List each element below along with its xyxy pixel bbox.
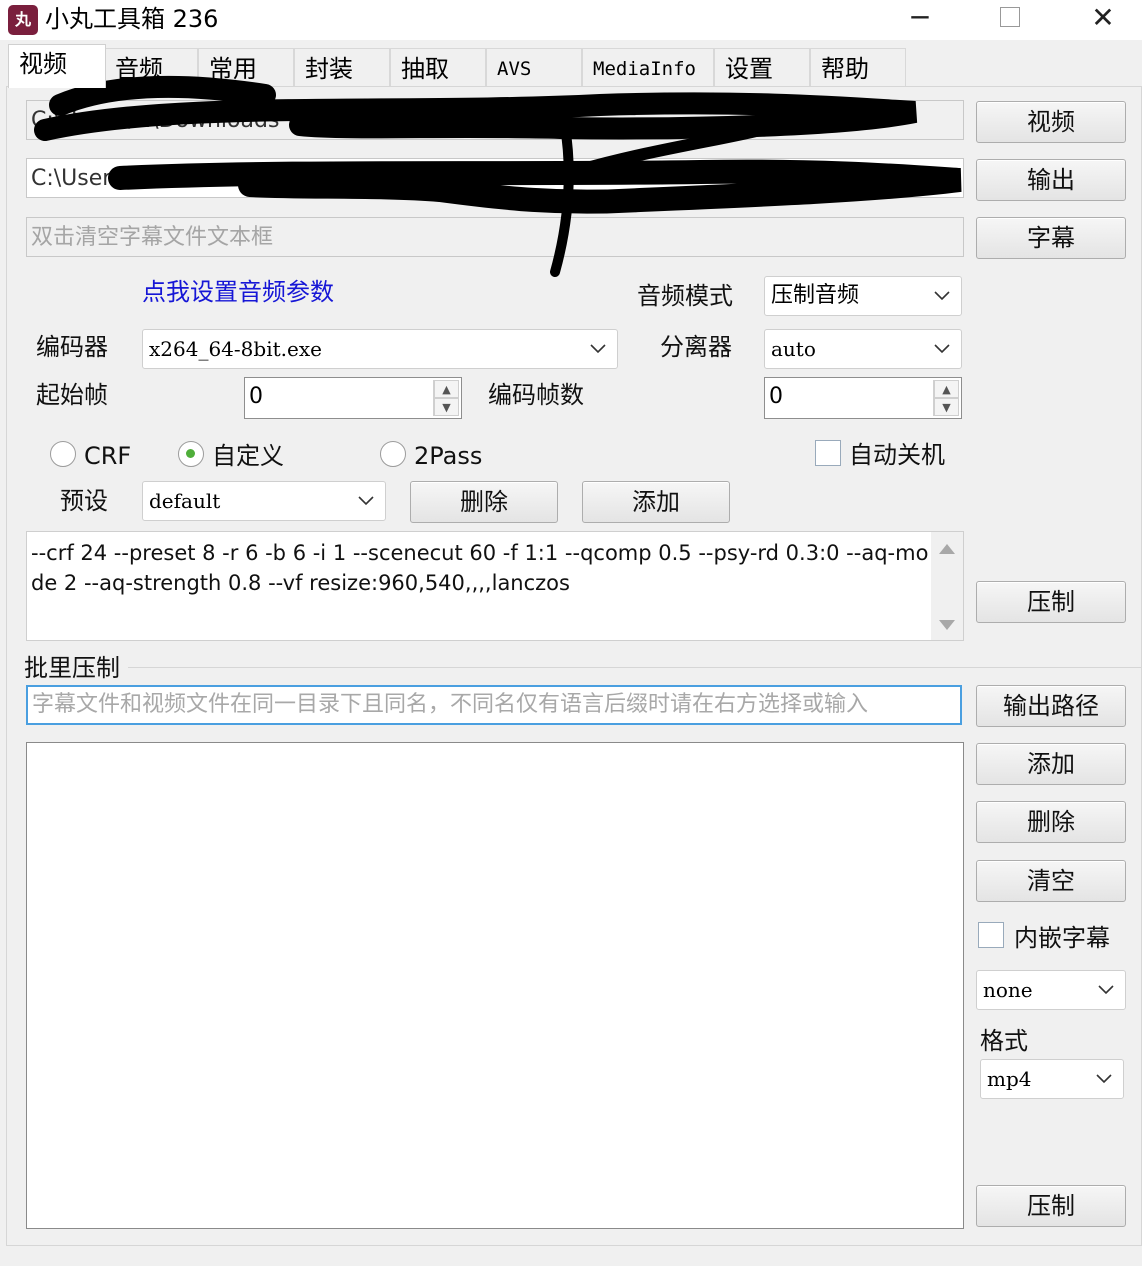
encoder-select[interactable]: x264_64-8bit.exe	[142, 329, 618, 369]
tab-video[interactable]: 视频	[8, 44, 106, 88]
chevron-down-icon	[1097, 971, 1115, 1009]
chevron-down-icon	[589, 330, 607, 368]
format-value: mp4	[987, 1067, 1032, 1091]
output-path-field[interactable]: C:\Users	[26, 158, 964, 198]
encoder-params-textarea[interactable]: --crf 24 --preset 8 -r 6 -b 6 -i 1 --sce…	[26, 531, 964, 641]
batch-file-list[interactable]	[26, 742, 964, 1229]
splitter-value: auto	[771, 337, 816, 361]
encoder-label: 编码器	[36, 333, 108, 361]
subtitle-lang-select[interactable]: none	[976, 970, 1126, 1010]
delete-preset-button[interactable]: 删除	[410, 481, 558, 523]
tab-audio[interactable]: 音频	[104, 48, 198, 86]
radio-2pass-label: 2Pass	[414, 442, 483, 470]
tab-bar: 视频 音频 常用 封装 抽取 AVS MediaInfo 设置 帮助	[8, 44, 908, 88]
radio-crf[interactable]	[50, 441, 76, 467]
batch-group-label: 批里压制	[24, 654, 120, 682]
encode-frames-value: 0	[769, 384, 783, 409]
spin-up-icon[interactable]: ▲	[434, 380, 459, 398]
chevron-down-icon	[933, 277, 951, 315]
batch-add-button[interactable]: 添加	[976, 743, 1126, 785]
format-select[interactable]: mp4	[980, 1059, 1124, 1099]
auto-shutdown-label: 自动关机	[849, 441, 945, 469]
select-video-button[interactable]: 视频	[976, 101, 1126, 143]
scroll-down-icon[interactable]	[939, 620, 955, 630]
encode-frames-spinner[interactable]: 0 ▲ ▼	[764, 377, 962, 419]
format-label: 格式	[980, 1027, 1028, 1055]
splitter-select[interactable]: auto	[764, 329, 962, 369]
spinner-arrows[interactable]: ▲ ▼	[433, 380, 459, 416]
encoder-value: x264_64-8bit.exe	[149, 337, 322, 361]
embed-subtitle-label: 内嵌字幕	[1014, 924, 1110, 952]
tab-mux[interactable]: 封装	[294, 48, 390, 86]
scroll-up-icon[interactable]	[939, 544, 955, 554]
tab-extract[interactable]: 抽取	[390, 48, 486, 86]
chevron-down-icon	[357, 482, 375, 520]
subtitle-file-field[interactable]: 双击清空字幕文件文本框	[26, 217, 964, 257]
batch-encode-button[interactable]: 压制	[976, 1185, 1126, 1227]
preset-value: default	[149, 489, 221, 513]
embed-subtitle-checkbox[interactable]	[978, 922, 1004, 948]
title-bar: 丸 小丸工具箱 236 ─ ✕	[0, 0, 1142, 40]
maximize-button[interactable]	[980, 0, 1040, 36]
spin-up-icon[interactable]: ▲	[934, 380, 959, 398]
window-title: 小丸工具箱 236	[45, 5, 219, 33]
encode-frames-label: 编码帧数	[488, 381, 584, 409]
radio-crf-label: CRF	[84, 442, 132, 470]
tab-avs[interactable]: AVS	[486, 48, 582, 86]
params-scrollbar[interactable]	[931, 532, 963, 640]
select-subtitle-button[interactable]: 字幕	[976, 217, 1126, 259]
video-input-path-field[interactable]: C:\Users\...\Downloads	[26, 100, 964, 140]
chevron-down-icon	[933, 330, 951, 368]
radio-custom[interactable]	[178, 441, 204, 467]
close-button[interactable]: ✕	[1073, 0, 1133, 36]
tab-common[interactable]: 常用	[198, 48, 294, 86]
batch-output-path-button[interactable]: 输出路径	[976, 685, 1126, 727]
start-frame-label: 起始帧	[36, 381, 108, 409]
batch-delete-button[interactable]: 删除	[976, 801, 1126, 843]
tab-mediainfo[interactable]: MediaInfo	[582, 48, 714, 86]
batch-group-border	[128, 667, 1142, 668]
spin-down-icon[interactable]: ▼	[934, 398, 959, 416]
preset-select[interactable]: default	[142, 481, 386, 521]
preset-label: 预设	[60, 487, 108, 515]
tab-settings[interactable]: 设置	[714, 48, 810, 86]
encoder-params-text: --crf 24 --preset 8 -r 6 -b 6 -i 1 --sce…	[31, 541, 929, 595]
audio-mode-value: 压制音频	[771, 283, 860, 308]
batch-clear-button[interactable]: 清空	[976, 860, 1126, 902]
audio-mode-select[interactable]: 压制音频	[764, 276, 962, 316]
radio-custom-label: 自定义	[212, 442, 284, 470]
subtitle-suffix-input[interactable]: 字幕文件和视频文件在同一目录下且同名，不同名仅有语言后缀时请在右方选择或输入	[26, 685, 962, 725]
chevron-down-icon	[1095, 1060, 1113, 1098]
add-preset-button[interactable]: 添加	[582, 481, 730, 523]
auto-shutdown-checkbox[interactable]	[815, 440, 841, 466]
spinner-arrows[interactable]: ▲ ▼	[933, 380, 959, 416]
tab-help[interactable]: 帮助	[810, 48, 906, 86]
minimize-button[interactable]: ─	[890, 0, 950, 36]
app-icon: 丸	[8, 5, 38, 35]
radio-2pass[interactable]	[380, 441, 406, 467]
spin-down-icon[interactable]: ▼	[434, 398, 459, 416]
maximize-icon	[1000, 7, 1020, 27]
splitter-label: 分离器	[660, 333, 732, 361]
subtitle-lang-value: none	[983, 978, 1033, 1002]
select-output-button[interactable]: 输出	[976, 159, 1126, 201]
start-frame-value: 0	[249, 384, 263, 409]
encode-button[interactable]: 压制	[976, 581, 1126, 623]
audio-mode-label: 音频模式	[637, 282, 733, 310]
audio-settings-link[interactable]: 点我设置音频参数	[142, 276, 334, 308]
start-frame-spinner[interactable]: 0 ▲ ▼	[244, 377, 462, 419]
